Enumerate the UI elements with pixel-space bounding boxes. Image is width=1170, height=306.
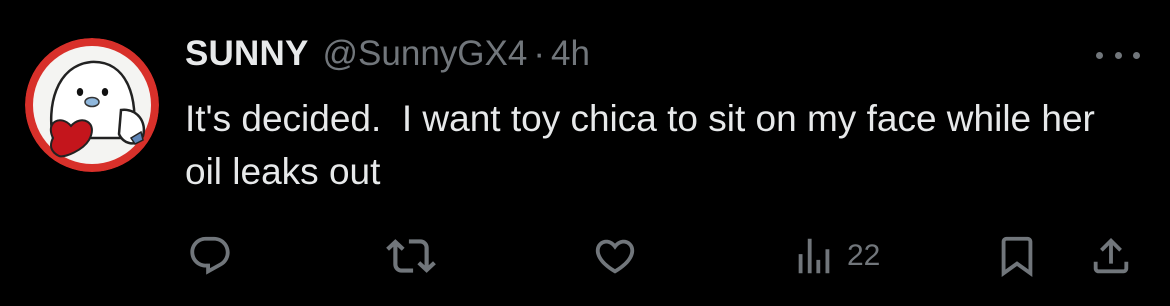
share-icon [1093, 237, 1129, 274]
display-name[interactable]: SUNNY [185, 34, 309, 74]
tweet[interactable]: SUNNY @SunnyGX4 · 4h It's decided. I wan… [0, 0, 1170, 306]
dot [1096, 51, 1103, 59]
timestamp[interactable]: 4h [551, 34, 590, 74]
views-icon [798, 238, 830, 274]
repost-button[interactable] [386, 228, 436, 284]
user-handle[interactable]: @SunnyGX4 [323, 34, 528, 74]
avatar[interactable] [25, 38, 159, 172]
reply-button[interactable] [187, 228, 233, 284]
views-button[interactable]: 22 [791, 228, 880, 284]
action-bar: 22 [0, 228, 1170, 284]
heart-icon [595, 239, 635, 274]
tweet-text: It's decided. I want toy chica to sit on… [185, 98, 1106, 192]
bookmark-button[interactable] [994, 228, 1040, 284]
tweet-header: SUNNY @SunnyGX4 · 4h [185, 34, 590, 84]
bookmark-icon [1001, 236, 1033, 277]
dot [1114, 51, 1122, 59]
dot [1133, 51, 1140, 59]
like-button[interactable] [592, 228, 638, 284]
repost-icon [386, 239, 436, 273]
share-button[interactable] [1088, 228, 1134, 284]
separator-dot: · [533, 34, 545, 73]
reply-icon [190, 236, 230, 275]
avatar-image [25, 38, 159, 172]
views-count: 22 [847, 239, 881, 272]
more-options-icon[interactable] [1096, 40, 1140, 70]
